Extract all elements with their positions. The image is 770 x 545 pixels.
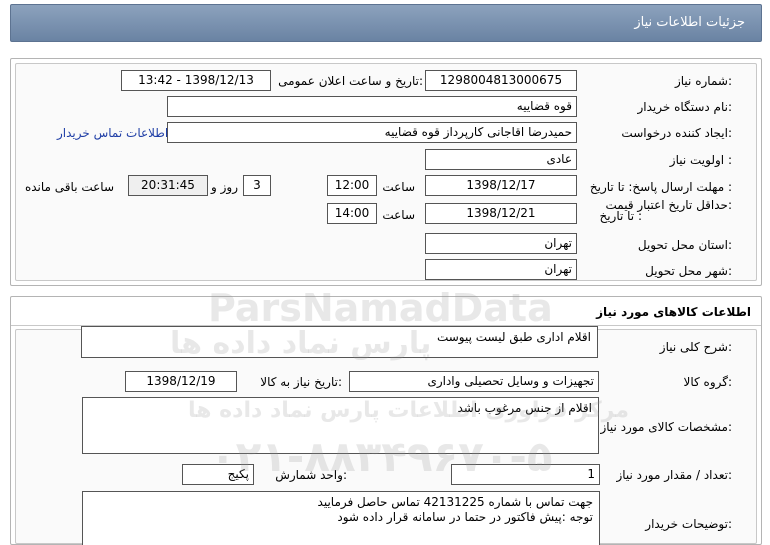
buyer-notes-field[interactable]: جهت تماس با شماره 42131225 تماس حاصل فرم… bbox=[82, 491, 600, 545]
validity-time-field[interactable]: 14:00 bbox=[327, 203, 377, 224]
deadline-date-field[interactable]: 1398/12/17 bbox=[425, 175, 577, 196]
city-label: شهر محل تحویل: bbox=[645, 264, 732, 278]
validity-to-label: تا تاریخ : bbox=[599, 209, 642, 223]
province-field[interactable]: تهران bbox=[425, 233, 577, 254]
creator-label: ایجاد کننده درخواست: bbox=[621, 126, 732, 140]
buyer-org-field[interactable]: قوه قضاییه bbox=[167, 96, 577, 117]
need-number-label: شماره نیاز: bbox=[674, 74, 732, 88]
need-desc-label: شرح کلی نیاز: bbox=[659, 340, 732, 354]
creator-field[interactable]: حمیدرضا اقاجانی کارپرداز قوه قضاییه bbox=[167, 122, 577, 143]
specs-label: مشخصات کالای مورد نیاز: bbox=[600, 420, 732, 434]
announce-label: تاریخ و ساعت اعلان عمومی: bbox=[278, 74, 423, 88]
qty-field[interactable]: 1 bbox=[451, 464, 600, 485]
buyer-notes-label: توضیحات خریدار: bbox=[645, 517, 732, 531]
days-field[interactable]: 3 bbox=[243, 175, 271, 196]
goods-group-field[interactable]: تجهیزات و وسایل تحصیلی واداری bbox=[349, 371, 599, 392]
buyer-notes-line-2: توجه :پیش فاکتور در حتما در سامانه قرار … bbox=[337, 510, 593, 524]
deadline-time-field[interactable]: 12:00 bbox=[327, 175, 377, 196]
goods-group-label: گروه کالا: bbox=[683, 375, 733, 389]
goods-section-title: اطلاعات کالاهای مورد نیاز bbox=[596, 305, 751, 319]
days-label: روز و bbox=[211, 180, 238, 194]
buyer-notes-line-1: جهت تماس با شماره 42131225 تماس حاصل فرم… bbox=[317, 495, 593, 509]
announce-field[interactable]: 1398/12/13 - 13:42 bbox=[121, 70, 271, 91]
specs-field[interactable]: اقلام از جنس مرغوب باشد bbox=[82, 397, 599, 454]
remaining-time-field: 20:31:45 bbox=[128, 175, 208, 196]
qty-label: تعداد / مقدار مورد نیاز: bbox=[616, 468, 732, 482]
buyer-contact-link[interactable]: اطلاعات تماس خریدار bbox=[57, 126, 168, 140]
page-header: جزئیات اطلاعات نیاز bbox=[10, 4, 762, 42]
province-label: استان محل تحویل: bbox=[637, 238, 732, 252]
validity-time-label: ساعت bbox=[382, 208, 415, 222]
city-field[interactable]: تهران bbox=[425, 259, 577, 280]
unit-label: واحد شمارش: bbox=[275, 468, 347, 482]
unit-field[interactable]: پکیج bbox=[182, 464, 254, 485]
need-date-field[interactable]: 1398/12/19 bbox=[125, 371, 237, 392]
priority-label: اولویت نیاز : bbox=[669, 153, 732, 167]
remaining-label: ساعت باقی مانده bbox=[24, 180, 114, 194]
page-title: جزئیات اطلاعات نیاز bbox=[634, 15, 745, 30]
need-number-field[interactable]: 1298004813000675 bbox=[425, 70, 577, 91]
deadline-time-label: ساعت bbox=[382, 180, 415, 194]
need-desc-field[interactable]: اقلام اداری طبق لیست پیوست bbox=[81, 326, 598, 358]
need-date-label: تاریخ نیاز به کالا: bbox=[260, 375, 342, 389]
deadline-label: مهلت ارسال پاسخ: تا تاریخ : bbox=[589, 180, 732, 194]
priority-field[interactable]: عادی bbox=[425, 149, 577, 170]
validity-date-field[interactable]: 1398/12/21 bbox=[425, 203, 577, 224]
buyer-org-label: نام دستگاه خریدار: bbox=[637, 100, 733, 114]
